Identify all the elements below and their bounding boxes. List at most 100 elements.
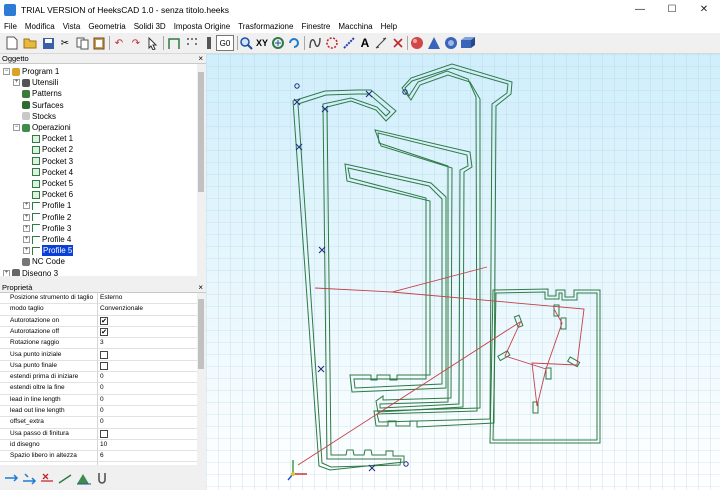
tree-item[interactable]: − Operazioni xyxy=(13,122,71,133)
objects-tree-scroll-thumb[interactable] xyxy=(198,72,204,192)
cut-icon[interactable]: ✂ xyxy=(57,35,73,51)
properties-panel-close-icon[interactable]: × xyxy=(198,283,203,293)
tree-expander-icon[interactable]: + xyxy=(23,224,30,232)
tree-item[interactable]: NC Code xyxy=(13,256,65,267)
close-window-button[interactable]: ✕ xyxy=(688,0,720,19)
menu-vista[interactable]: Vista xyxy=(59,22,85,31)
tree-item[interactable]: + Profile 3 xyxy=(23,223,71,234)
magnetic-points-icon[interactable] xyxy=(184,35,200,51)
cuboid-icon[interactable] xyxy=(460,35,476,51)
open-folder-icon[interactable] xyxy=(22,35,38,51)
tree-item[interactable]: + Disegno 3 xyxy=(3,268,58,276)
cylinder-icon[interactable] xyxy=(443,35,459,51)
tree-item[interactable]: Stocks xyxy=(13,111,56,122)
tree-item[interactable]: + Profile 2 xyxy=(23,212,71,223)
tree-item[interactable]: Pocket 4 xyxy=(23,167,73,178)
menu-file[interactable]: File xyxy=(0,22,21,31)
property-value[interactable]: 6 xyxy=(100,452,104,459)
tree-item[interactable]: Pocket 1 xyxy=(23,133,73,144)
minimize-button[interactable]: — xyxy=(624,0,656,19)
dotted-line-icon[interactable] xyxy=(341,35,357,51)
select-arrow-icon[interactable] xyxy=(145,35,161,51)
add-point-icon[interactable] xyxy=(4,470,20,486)
tree-item[interactable]: − Program 1 xyxy=(3,66,59,77)
properties-scrollbar[interactable] xyxy=(197,293,205,465)
tree-expander-icon[interactable]: + xyxy=(13,79,20,87)
tree-expander-icon[interactable]: + xyxy=(23,236,30,243)
menu-macchina[interactable]: Macchina xyxy=(334,22,376,31)
tree-item[interactable]: + Utensili xyxy=(13,77,58,88)
new-file-icon[interactable] xyxy=(4,35,20,51)
zoom-icon[interactable] xyxy=(238,35,254,51)
circle-points-icon[interactable] xyxy=(324,35,340,51)
tree-item[interactable]: Pocket 6 xyxy=(23,189,73,200)
text-tool-button[interactable]: A xyxy=(357,35,373,51)
menu-modifica[interactable]: Modifica xyxy=(21,22,59,31)
measure-icon[interactable] xyxy=(76,470,92,486)
properties-scroll-thumb[interactable] xyxy=(198,299,204,369)
properties-panel-header: Proprietà × xyxy=(0,283,206,293)
copy-icon[interactable] xyxy=(74,35,90,51)
property-value[interactable]: 0 xyxy=(100,418,104,425)
tree-item[interactable]: + Profile 1 xyxy=(23,200,71,211)
point-x-icon[interactable] xyxy=(390,35,406,51)
g0-button[interactable]: G0 xyxy=(216,35,234,51)
graphics-canvas[interactable] xyxy=(206,54,720,490)
maximize-button[interactable]: ☐ xyxy=(656,0,688,19)
property-value[interactable]: Esterno xyxy=(100,294,122,301)
tree-item[interactable]: Pocket 2 xyxy=(23,144,73,155)
tree-expander-icon[interactable]: + xyxy=(23,247,30,255)
property-value[interactable]: 10 xyxy=(100,441,107,448)
property-checkbox[interactable]: ✔ xyxy=(100,317,108,326)
sphere-icon[interactable] xyxy=(409,35,425,51)
paste-icon[interactable] xyxy=(91,35,107,51)
tree-item[interactable]: Pocket 5 xyxy=(23,178,73,189)
tree-expander-icon[interactable]: − xyxy=(13,124,20,131)
menu-solidi-3d[interactable]: Solidi 3D xyxy=(130,22,170,31)
property-value[interactable]: 3 xyxy=(100,339,104,346)
tree-expander-icon[interactable]: + xyxy=(23,202,30,210)
undo-icon[interactable]: ↶ xyxy=(111,35,127,51)
tree-expander-icon[interactable]: − xyxy=(3,68,10,75)
tree-item[interactable]: Surfaces xyxy=(13,100,64,111)
tree-item-label: Profile 5 xyxy=(42,245,74,257)
redo-icon[interactable]: ↷ xyxy=(128,35,144,51)
property-row: id disegno 10 xyxy=(0,440,197,452)
rotate-view-icon[interactable] xyxy=(286,35,302,51)
property-value[interactable]: 0 xyxy=(100,384,104,391)
menu-geometria[interactable]: Geometria xyxy=(84,22,129,31)
tree-item[interactable]: Pocket 3 xyxy=(23,156,73,167)
property-value[interactable]: 0 xyxy=(100,373,104,380)
menu-help[interactable]: Help xyxy=(377,22,401,31)
save-icon[interactable] xyxy=(40,35,56,51)
horizontal-scrollbar[interactable] xyxy=(0,276,206,283)
property-value[interactable]: Convenzionale xyxy=(100,305,143,312)
menu-imposta-origine[interactable]: Imposta Origine xyxy=(170,22,234,31)
tree-expander-icon[interactable]: + xyxy=(23,213,30,221)
objects-panel-close-icon[interactable]: × xyxy=(198,54,203,64)
relative-point-icon[interactable] xyxy=(22,470,38,486)
view-xy-button[interactable]: XY xyxy=(254,35,270,51)
x-axis-icon[interactable] xyxy=(40,470,56,486)
tree-item[interactable]: Patterns xyxy=(13,88,62,99)
lines-arcs-icon[interactable] xyxy=(166,35,182,51)
polar-icon[interactable] xyxy=(58,470,74,486)
chain-icon[interactable] xyxy=(94,470,110,486)
property-checkbox[interactable] xyxy=(100,362,108,371)
tools-icon xyxy=(22,78,30,87)
property-checkbox[interactable] xyxy=(100,430,108,439)
tree-item[interactable]: + Profile 5 xyxy=(23,245,74,257)
menu-finestre[interactable]: Finestre xyxy=(297,22,334,31)
property-value[interactable]: 0 xyxy=(100,407,104,414)
spline-icon[interactable] xyxy=(307,35,323,51)
cone-icon[interactable] xyxy=(426,35,442,51)
tool-icon[interactable] xyxy=(201,35,217,51)
menu-trasformazione[interactable]: Trasformazione xyxy=(234,22,297,31)
property-value[interactable]: 0 xyxy=(100,396,104,403)
property-checkbox[interactable] xyxy=(100,351,108,359)
tree-item[interactable]: + Profile 4 xyxy=(23,234,71,245)
property-checkbox[interactable]: ✔ xyxy=(100,328,108,337)
fit-view-icon[interactable] xyxy=(270,35,286,51)
objects-tree-scrollbar[interactable] xyxy=(197,64,205,276)
dimension-icon[interactable] xyxy=(373,35,389,51)
